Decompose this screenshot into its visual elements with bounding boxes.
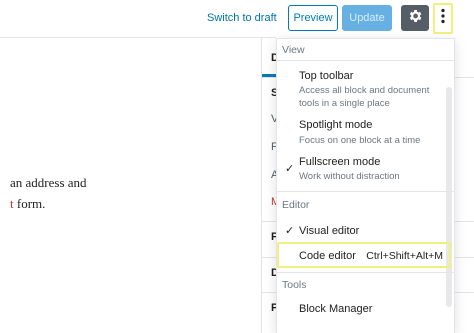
menu-group-view: View xyxy=(282,44,305,56)
menu-item-code-editor[interactable]: Code editor Ctrl+Shift+Alt+M xyxy=(277,244,445,268)
preview-button[interactable]: Preview xyxy=(288,5,338,31)
block-manager-label: Block Manager xyxy=(299,303,373,315)
menu-separator xyxy=(277,272,454,273)
fullscreen-label: Fullscreen mode xyxy=(299,156,381,168)
header-divider xyxy=(0,37,276,38)
check-icon: ✓ xyxy=(285,225,295,237)
paragraph-fragment-2[interactable]: t form. xyxy=(10,196,45,212)
more-vertical-icon xyxy=(441,8,445,29)
code-editor-shortcut: Ctrl+Shift+Alt+M xyxy=(366,250,443,262)
switch-to-draft-link[interactable]: Switch to draft xyxy=(207,10,277,26)
paragraph-fragment-1[interactable]: an address and xyxy=(10,175,87,191)
editor-header: Switch to draft Preview Update xyxy=(0,0,474,37)
menu-separator xyxy=(277,191,454,192)
menu-item-fullscreen-mode[interactable]: ✓ Fullscreen mode Work without distracti… xyxy=(277,149,445,189)
menu-scrollbar[interactable] xyxy=(446,87,452,307)
fullscreen-description: Work without distraction xyxy=(299,171,400,182)
menu-item-top-toolbar[interactable]: Top toolbar Access all block and documen… xyxy=(277,61,445,109)
gear-icon xyxy=(407,8,423,29)
code-editor-label: Code editor xyxy=(299,250,356,262)
spotlight-description: Focus on one block at a time xyxy=(299,135,421,146)
menu-group-editor: Editor xyxy=(282,199,310,211)
more-tools-button[interactable] xyxy=(433,3,453,34)
update-button[interactable]: Update xyxy=(342,5,392,31)
visual-editor-label: Visual editor xyxy=(299,225,360,237)
paragraph-text: form. xyxy=(13,196,46,211)
menu-item-spotlight-mode[interactable]: Spotlight mode Focus on one block at a t… xyxy=(277,111,445,147)
more-tools-menu: View Top toolbar Access all block and do… xyxy=(276,38,455,333)
menu-item-visual-editor[interactable]: ✓ Visual editor xyxy=(277,220,445,244)
top-toolbar-description: Access all block and document tools in a… xyxy=(299,85,430,109)
settings-button[interactable] xyxy=(401,5,429,31)
check-icon: ✓ xyxy=(285,163,295,175)
menu-group-tools: Tools xyxy=(282,279,307,291)
spotlight-label: Spotlight mode xyxy=(299,119,373,131)
top-toolbar-label: Top toolbar xyxy=(299,70,354,82)
menu-item-block-manager[interactable]: Block Manager xyxy=(277,297,445,321)
